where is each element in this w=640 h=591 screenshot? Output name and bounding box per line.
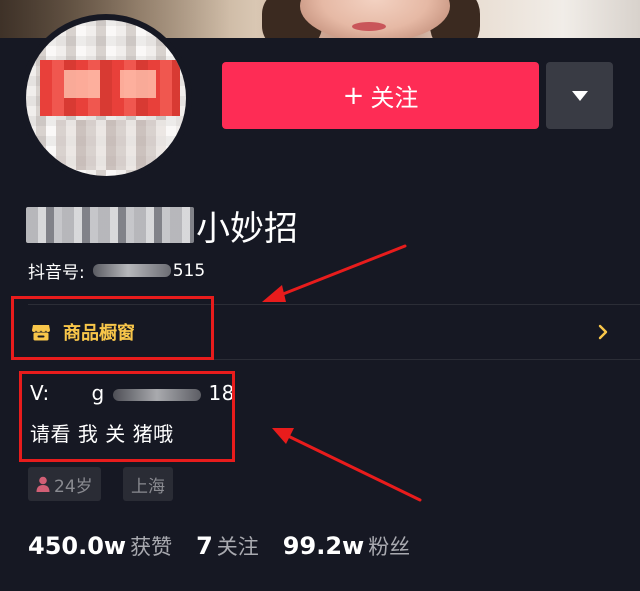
- annotation-arrow-bio: [286, 434, 422, 502]
- annotation-arrows: [262, 244, 422, 502]
- annotation-arrowhead-shop: [262, 285, 286, 302]
- annotation-arrow-shop: [276, 244, 407, 298]
